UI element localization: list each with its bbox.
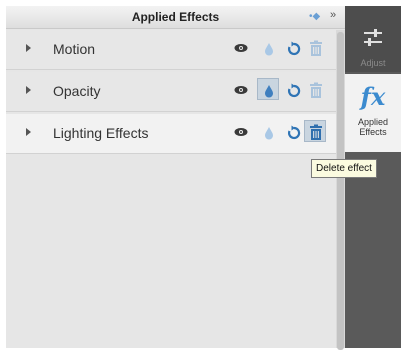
fx-icon: fx (360, 82, 386, 111)
panel-options-icon[interactable]: •◆ (309, 11, 320, 22)
reset-icon[interactable] (287, 41, 301, 56)
effect-label: Opacity (53, 83, 101, 99)
scrollbar-thumb[interactable] (337, 32, 344, 350)
tab-adjust-label: Adjust (360, 58, 386, 68)
panel-header: Applied Effects •◆ » (6, 6, 345, 29)
eye-icon[interactable] (234, 42, 248, 54)
effect-label: Motion (53, 41, 96, 57)
expand-caret-icon[interactable] (26, 128, 31, 136)
panel-menu-icon[interactable]: » (330, 9, 336, 21)
trash-icon[interactable] (309, 82, 323, 99)
trash-icon[interactable] (309, 124, 323, 141)
effects-list: Motion Opacity Lighting Effects (6, 30, 336, 154)
drop-icon[interactable] (264, 126, 274, 140)
expand-caret-icon[interactable] (26, 86, 31, 94)
drop-icon[interactable] (264, 42, 274, 56)
effect-row-lighting-effects[interactable]: Lighting Effects (6, 114, 336, 154)
effect-label: Lighting Effects (53, 125, 149, 141)
expand-caret-icon[interactable] (26, 44, 31, 52)
trash-icon[interactable] (309, 40, 323, 57)
sliders-icon (364, 29, 382, 46)
delete-effect-tooltip: Delete effect (311, 159, 377, 178)
eye-icon[interactable] (234, 84, 248, 96)
effect-row-motion[interactable]: Motion (6, 30, 336, 70)
eye-icon[interactable] (234, 126, 248, 138)
panel-title: Applied Effects (131, 10, 220, 24)
tab-adjust[interactable]: Adjust (345, 6, 401, 72)
effect-row-opacity[interactable]: Opacity (6, 72, 336, 112)
reset-icon[interactable] (287, 83, 301, 98)
tab-applied-effects[interactable]: fx Applied Effects (345, 74, 401, 152)
tab-applied-effects-label: Applied Effects (345, 117, 401, 137)
tab-applied-effects-label-line2: Effects (359, 127, 387, 137)
applied-effects-panel: Applied Effects •◆ » Motion Opacity Ligh… (6, 6, 346, 350)
reset-icon[interactable] (287, 125, 301, 140)
tab-applied-effects-label-line1: Applied (357, 117, 389, 127)
drop-icon[interactable] (264, 84, 274, 98)
